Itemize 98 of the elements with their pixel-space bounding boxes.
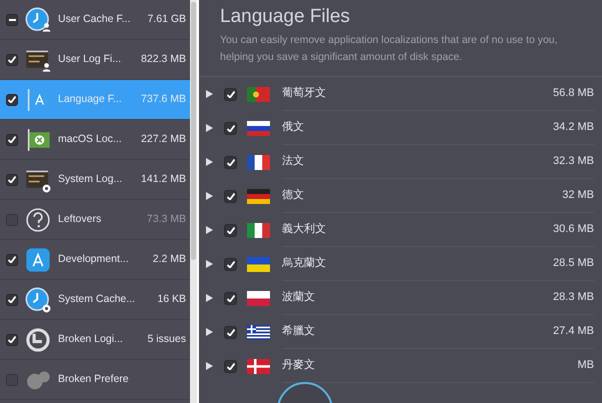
page-title: Language Files: [220, 5, 351, 29]
item-size: 73.3 MB: [146, 212, 186, 227]
checkmark-icon: [226, 226, 234, 234]
expand-triangle-icon[interactable]: [206, 328, 213, 336]
item-name: User Log Fi...: [58, 52, 122, 67]
item-name: System Cache...: [58, 292, 136, 307]
scrollbar-thumb[interactable]: [191, 2, 196, 260]
scrollbar[interactable]: [190, 0, 199, 403]
sidebar-item[interactable]: System Log... 141.2 MB: [0, 160, 190, 200]
language-size: 32.3 MB: [553, 154, 594, 170]
checkbox[interactable]: [6, 54, 18, 66]
checkbox[interactable]: [224, 88, 237, 100]
flag-icon: [247, 120, 270, 136]
language-name: 法文: [282, 154, 304, 170]
checkmark-icon: [226, 260, 234, 268]
checkmark-icon: [226, 90, 234, 98]
language-name: 葡萄牙文: [282, 86, 326, 102]
language-size: 56.8 MB: [553, 86, 594, 102]
item-size: 737.6 MB: [141, 92, 186, 107]
expand-triangle-icon[interactable]: [206, 226, 213, 234]
expand-triangle-icon[interactable]: [206, 158, 213, 166]
language-size: 28.3 MB: [553, 290, 594, 306]
language-name: 烏克蘭文: [282, 256, 326, 272]
language-size: 34.2 MB: [553, 120, 594, 136]
language-size: 32 MB: [562, 188, 594, 204]
item-size: 822.3 MB: [141, 52, 186, 67]
item-name: Language F...: [58, 92, 123, 107]
item-size: 2.2 MB: [152, 252, 186, 267]
checkmark-icon: [226, 362, 234, 370]
checkbox[interactable]: [224, 360, 237, 372]
item-name: Development...: [58, 252, 130, 267]
item-size: 7.61 GB: [147, 12, 186, 27]
item-size: 5 issues: [147, 332, 186, 347]
item-size: 141.2 MB: [141, 172, 186, 187]
checkbox[interactable]: [6, 334, 18, 346]
sidebar-item[interactable]: Broken Prefere: [0, 360, 190, 400]
expand-triangle-icon[interactable]: [206, 90, 213, 98]
checkbox[interactable]: [224, 122, 237, 134]
checkbox[interactable]: [224, 292, 237, 304]
item-name: Leftovers: [58, 212, 102, 227]
sidebar-item[interactable]: System Cache... 16 KB: [0, 280, 190, 320]
checkbox[interactable]: [224, 224, 237, 236]
flag-icon: [247, 324, 270, 340]
flag-icon: [247, 188, 270, 204]
app-icon: [24, 326, 52, 354]
checkmark-icon: [226, 192, 234, 200]
expand-triangle-icon[interactable]: [206, 362, 213, 370]
item-name: Broken Logi...: [58, 332, 124, 347]
expand-triangle-icon[interactable]: [206, 260, 213, 268]
app-icon: [24, 286, 52, 314]
checkmark-icon: [226, 328, 234, 336]
sidebar-item[interactable]: User Cache F... 7.61 GB: [0, 0, 190, 40]
flag-icon: [247, 290, 270, 306]
item-name: Broken Prefere: [58, 372, 130, 387]
flag-icon: [247, 86, 270, 102]
language-size: 27.4 MB: [553, 324, 594, 340]
language-name: 德文: [282, 188, 304, 204]
sidebar-item[interactable]: Broken Logi... 5 issues: [0, 320, 190, 360]
checkbox[interactable]: [6, 14, 18, 26]
sidebar-item[interactable]: macOS Loc... 227.2 MB: [0, 120, 190, 160]
item-name: System Log...: [58, 172, 124, 187]
language-size: 30.6 MB: [553, 222, 594, 238]
checkmark-icon: [226, 124, 234, 132]
checkbox[interactable]: [6, 94, 18, 106]
item-size: 227.2 MB: [141, 132, 186, 147]
expand-triangle-icon[interactable]: [206, 294, 213, 302]
flag-icon: [247, 358, 270, 374]
checkmark-icon: [226, 158, 234, 166]
checkbox[interactable]: [6, 134, 18, 146]
item-size: 16 KB: [157, 292, 186, 307]
checkmark-icon: [226, 294, 234, 302]
language-name: 義大利文: [282, 222, 326, 238]
expand-triangle-icon[interactable]: [206, 192, 213, 200]
flag-icon: [247, 154, 270, 170]
language-name: 波蘭文: [282, 290, 315, 306]
flag-icon: [247, 222, 270, 238]
language-size: 28.5 MB: [553, 256, 594, 272]
checkbox[interactable]: [224, 156, 237, 168]
item-name: User Cache F...: [58, 12, 132, 27]
language-name: 俄文: [282, 120, 304, 136]
language-size: MB: [578, 358, 594, 374]
app-icon: [24, 206, 52, 234]
checkbox[interactable]: [6, 174, 18, 186]
checkbox[interactable]: [6, 254, 18, 266]
checkbox[interactable]: [224, 258, 237, 270]
flag-icon: [247, 256, 270, 272]
expand-triangle-icon[interactable]: [206, 124, 213, 132]
page-description: You can easily remove application localizations that are of no use to you, helping you save a significant amount of disk space.: [220, 33, 559, 65]
language-name: 丹麥文: [282, 358, 315, 374]
checkbox[interactable]: [6, 294, 18, 306]
language-name: 希臘文: [282, 324, 315, 340]
app-icon: [24, 6, 52, 34]
app-icon: [24, 246, 52, 274]
sidebar-item[interactable]: Leftovers 73.3 MB: [0, 200, 190, 240]
item-name: macOS Loc...: [58, 132, 123, 147]
sidebar-item[interactable]: Development... 2.2 MB: [0, 240, 190, 280]
checkbox[interactable]: [224, 190, 237, 202]
checkbox[interactable]: [224, 326, 237, 338]
